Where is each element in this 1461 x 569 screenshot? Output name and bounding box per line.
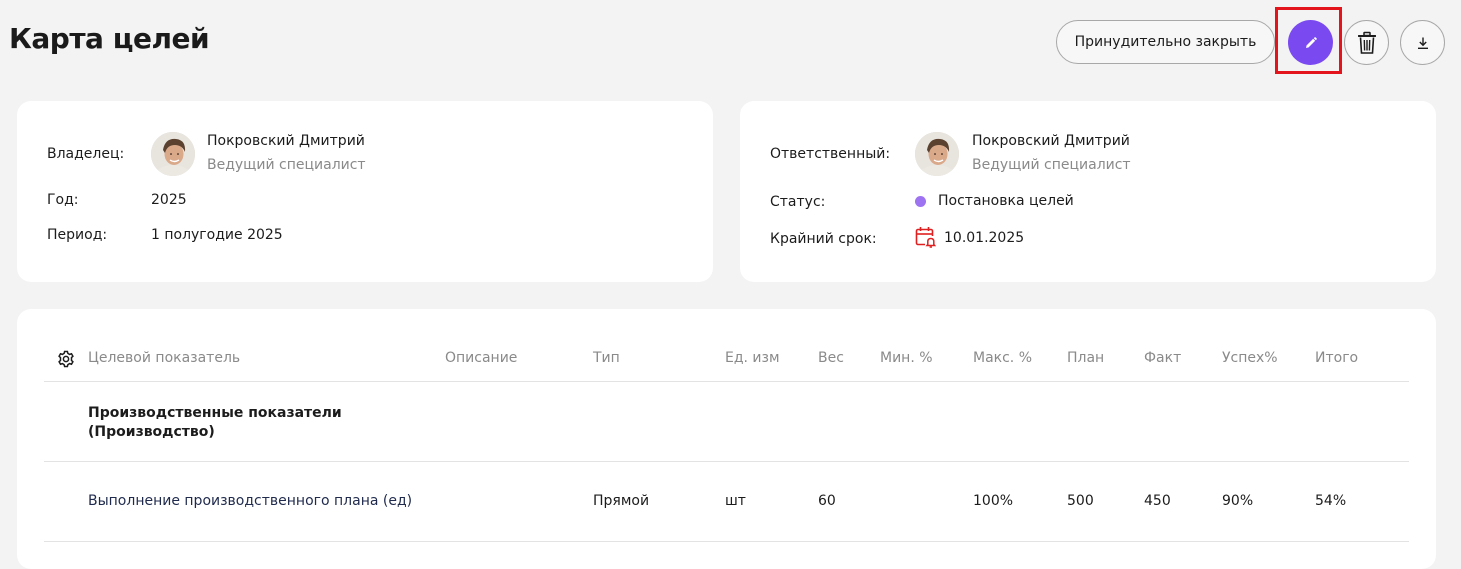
owner-label: Владелец:	[47, 146, 124, 162]
header-divider	[44, 381, 1409, 382]
column-header-total[interactable]: Итого	[1315, 350, 1358, 366]
row-max: 100%	[973, 493, 1013, 509]
force-close-button[interactable]: Принудительно закрыть	[1056, 20, 1275, 64]
group-divider	[44, 461, 1409, 462]
period-value: 1 полугодие 2025	[151, 227, 283, 243]
edit-button[interactable]	[1288, 20, 1333, 65]
avatar-photo-icon	[915, 132, 959, 176]
row-success: 90%	[1222, 493, 1253, 509]
owner-name: Покровский Дмитрий	[207, 133, 365, 149]
responsible-avatar[interactable]	[915, 132, 959, 176]
owner-avatar[interactable]	[151, 132, 195, 176]
responsible-info-card: Ответственный: Покровский Дмитрий Ведущи…	[740, 101, 1436, 282]
year-value: 2025	[151, 192, 187, 208]
toolbar: Карта целей Принудительно закрыть	[0, 0, 1461, 90]
column-header-max[interactable]: Макс. %	[973, 350, 1032, 366]
download-button[interactable]	[1400, 20, 1445, 65]
responsible-position: Ведущий специалист	[972, 157, 1131, 173]
column-header-fact[interactable]: Факт	[1144, 350, 1181, 366]
deadline-label: Крайний срок:	[770, 231, 877, 247]
column-header-min[interactable]: Мин. %	[880, 350, 933, 366]
responsible-label: Ответственный:	[770, 146, 890, 162]
trash-icon	[1356, 31, 1378, 55]
row-unit: шт	[725, 493, 746, 509]
column-header-indicator[interactable]: Целевой показатель	[88, 350, 240, 366]
column-header-description[interactable]: Описание	[445, 350, 517, 366]
responsible-name: Покровский Дмитрий	[972, 133, 1130, 149]
row-plan: 500	[1067, 493, 1094, 509]
gear-icon[interactable]	[57, 350, 75, 368]
row-type: Прямой	[593, 493, 649, 509]
pencil-icon	[1304, 36, 1318, 50]
owner-position: Ведущий специалист	[207, 157, 366, 173]
column-header-success[interactable]: Успех%	[1222, 350, 1278, 366]
deadline-value: 10.01.2025	[944, 230, 1024, 246]
row-weight: 60	[818, 493, 836, 509]
period-label: Период:	[47, 227, 107, 243]
row-divider	[44, 541, 1409, 542]
calendar-alarm-icon	[915, 226, 937, 248]
avatar-photo-icon	[151, 132, 195, 176]
column-header-weight[interactable]: Вес	[818, 350, 844, 366]
status-value: Постановка целей	[938, 193, 1074, 209]
download-icon	[1416, 36, 1430, 50]
page-title: Карта целей	[9, 22, 209, 55]
status-label: Статус:	[770, 194, 825, 210]
row-fact: 450	[1144, 493, 1171, 509]
group-title: Производственные показатели (Производств…	[88, 404, 388, 442]
column-header-plan[interactable]: План	[1067, 350, 1104, 366]
column-header-type[interactable]: Тип	[593, 350, 620, 366]
row-total: 54%	[1315, 493, 1346, 509]
year-label: Год:	[47, 192, 79, 208]
status-dot	[915, 196, 926, 207]
row-indicator[interactable]: Выполнение производственного плана (ед)	[88, 493, 412, 509]
delete-button[interactable]	[1344, 20, 1389, 65]
owner-info-card: Владелец: Покровский Дмитрий Ведущий спе…	[17, 101, 713, 282]
column-header-unit[interactable]: Ед. изм	[725, 350, 780, 366]
